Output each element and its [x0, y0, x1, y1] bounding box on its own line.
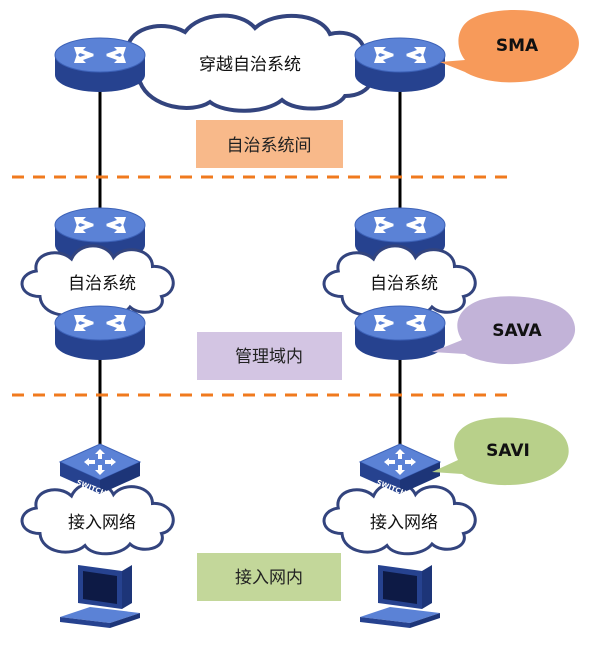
router-as-left-bottom: [54, 305, 146, 361]
access-domain-label: 接入网内: [197, 553, 341, 601]
savi-text: SAVI: [486, 441, 530, 461]
cloud-access-right-text: 接入网络: [370, 513, 438, 533]
intra-domain-text: 管理域内: [235, 347, 303, 367]
router-top-left: [54, 37, 146, 93]
cloud-as-left-text: 自治系统: [68, 274, 136, 294]
inter-domain-label: 自治系统间: [196, 120, 343, 168]
router-as-right-bottom: [354, 305, 446, 361]
cloud-as-right-text: 自治系统: [370, 274, 438, 294]
inter-domain-text: 自治系统间: [227, 136, 312, 156]
savi-bubble: SAVI: [432, 417, 569, 486]
network-diagram: 穿越自治系统 SMA 自治系统间 自治系统 自治系统 SAVA 管理域内 接入网…: [12, 10, 579, 628]
intra-domain-label: 管理域内: [197, 332, 342, 380]
cloud-access-left-text: 接入网络: [68, 513, 136, 533]
computer-left: [60, 565, 140, 628]
sava-text: SAVA: [492, 321, 542, 341]
sma-bubble: SMA: [440, 10, 579, 83]
sma-text: SMA: [496, 36, 539, 56]
computer-right: [360, 565, 440, 628]
cloud-inter-as-text: 穿越自治系统: [199, 55, 301, 75]
router-top-right: [354, 37, 446, 93]
access-domain-text: 接入网内: [235, 568, 303, 588]
cloud-inter-as: 穿越自治系统: [109, 13, 374, 113]
